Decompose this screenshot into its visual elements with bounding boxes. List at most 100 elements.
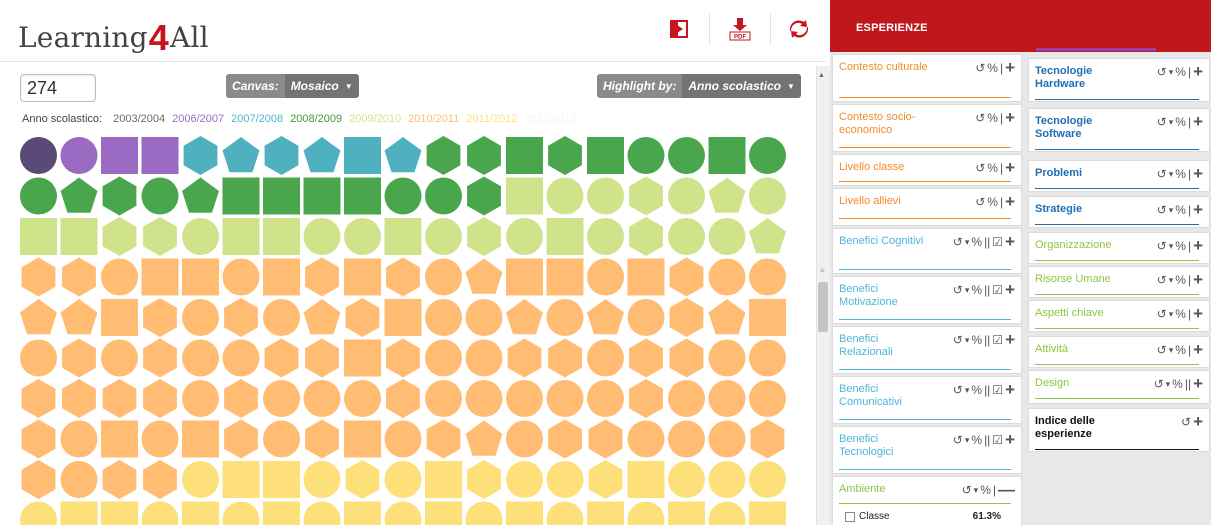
mosaic-tile-circle[interactable] <box>303 218 341 255</box>
reset-icon[interactable]: ↺ <box>1157 65 1167 79</box>
exit-button[interactable] <box>666 16 692 42</box>
mosaic-tile-circle[interactable] <box>182 218 219 255</box>
filter-card-benefici-tecnologici[interactable]: Benefici Tecnologici ↺ ▾% || ☑ + <box>832 426 1022 474</box>
bar-chart-icon[interactable]: || <box>984 235 990 249</box>
mosaic-tile-circle[interactable] <box>141 420 179 458</box>
filter-card-livello-classe[interactable]: Livello classe ↺% | + <box>832 154 1022 186</box>
canvas-select[interactable]: Canvas: Mosaico ▼ <box>226 74 359 98</box>
percent-toggle-icon[interactable]: % <box>1175 239 1186 253</box>
filter-card-contesto-culturale[interactable]: Contesto culturale ↺% | + <box>832 54 1022 102</box>
bar-chart-icon[interactable]: || <box>1185 377 1191 391</box>
mosaic-tile-circle[interactable] <box>506 380 543 417</box>
mosaic-tile-square[interactable] <box>546 218 584 255</box>
mosaic-tile-circle[interactable] <box>627 299 665 336</box>
mosaic-tile-square[interactable] <box>506 258 543 296</box>
percent-toggle-icon[interactable]: % <box>987 161 998 175</box>
reset-icon[interactable]: ↺ <box>953 383 963 397</box>
mosaic-tile-circle[interactable] <box>546 501 584 525</box>
mosaic-tile-circle[interactable] <box>749 339 786 377</box>
expand-icon[interactable]: + <box>1193 375 1203 392</box>
mosaic-tile-hexagon[interactable] <box>143 460 177 499</box>
mosaic-tile-pentagon[interactable] <box>182 177 219 213</box>
filter-card-organizzazione[interactable]: Organizzazione ↺ ▾% | + <box>1028 232 1210 264</box>
checkbox-toggle-icon[interactable]: ☑ <box>992 283 1003 297</box>
mosaic-tile-circle[interactable] <box>749 380 786 417</box>
mosaic-tile-circle[interactable] <box>384 501 422 525</box>
mosaic-tile-hexagon[interactable] <box>345 298 380 337</box>
mosaic-tile-circle[interactable] <box>384 420 422 458</box>
mosaic-tile-circle[interactable] <box>20 501 57 525</box>
reset-icon[interactable]: ↺ <box>953 283 963 297</box>
expand-icon[interactable]: + <box>1005 59 1015 76</box>
mosaic-tile-circle[interactable] <box>506 420 543 458</box>
highlight-select[interactable]: Highlight by: Anno scolastico ▼ <box>597 74 801 98</box>
reset-icon[interactable]: ↺ <box>975 61 985 75</box>
mosaic-tile-square[interactable] <box>101 299 138 336</box>
mosaic-tile-hexagon[interactable] <box>21 460 56 499</box>
checkbox-toggle-icon[interactable]: ☑ <box>992 333 1003 347</box>
bar-chart-icon[interactable]: || <box>984 383 990 397</box>
mosaic-tile-circle[interactable] <box>708 339 746 377</box>
reset-icon[interactable]: ↺ <box>1157 115 1167 129</box>
mosaic-tile-circle[interactable] <box>465 299 503 336</box>
mosaic-tile-circle[interactable] <box>263 299 300 336</box>
mosaic-tile-hexagon[interactable] <box>62 338 96 378</box>
expand-icon[interactable]: + <box>1005 193 1015 210</box>
mosaic-tile-square[interactable] <box>708 137 746 174</box>
dropdown-caret-icon[interactable]: ▾ <box>965 333 970 347</box>
mosaic-tile-hexagon[interactable] <box>62 257 96 297</box>
expand-icon[interactable]: + <box>1193 413 1203 430</box>
mosaic-tile-circle[interactable] <box>587 177 624 215</box>
percent-toggle-icon[interactable]: % <box>1175 65 1186 79</box>
mosaic-tile-circle[interactable] <box>344 380 381 417</box>
mosaic-tile-circle[interactable] <box>425 218 462 255</box>
reset-icon[interactable]: ↺ <box>953 433 963 447</box>
mosaic-tile-square[interactable] <box>263 258 300 296</box>
percent-toggle-icon[interactable]: % <box>1175 307 1186 321</box>
resize-grip-icon[interactable]: ≡ <box>820 266 825 275</box>
expand-icon[interactable]: + <box>1005 281 1015 298</box>
reset-icon[interactable]: ↺ <box>953 333 963 347</box>
highlight-select-value[interactable]: Anno scolastico ▼ <box>682 74 801 98</box>
bar-chart-icon[interactable]: | <box>1188 239 1191 253</box>
reset-icon[interactable]: ↺ <box>1157 239 1167 253</box>
checkbox-toggle-icon[interactable]: ☑ <box>992 235 1003 249</box>
mosaic-tile-square[interactable] <box>668 501 705 525</box>
mosaic-tile-circle[interactable] <box>182 299 219 336</box>
dropdown-caret-icon[interactable]: ▾ <box>1169 343 1174 357</box>
mosaic-tile-hexagon[interactable] <box>305 338 339 378</box>
percent-toggle-icon[interactable]: % <box>1175 167 1186 181</box>
mosaic-tile-circle[interactable] <box>465 339 503 377</box>
mosaic-tile-hexagon[interactable] <box>548 419 582 459</box>
mosaic-tile-circle[interactable] <box>425 380 462 417</box>
mosaic-tile-hexagon[interactable] <box>588 460 623 499</box>
mosaic-tile-circle[interactable] <box>384 177 422 215</box>
dropdown-caret-icon[interactable]: ▾ <box>965 283 970 297</box>
scroll-up-arrow-icon[interactable]: ▲ <box>818 72 825 79</box>
mosaic-tile-hexagon[interactable] <box>386 338 420 378</box>
mosaic-tile-circle[interactable] <box>627 501 665 525</box>
bar-chart-icon[interactable]: | <box>993 483 996 497</box>
mosaic-tile-pentagon[interactable] <box>222 137 260 173</box>
mosaic-tile-circle[interactable] <box>465 501 503 525</box>
mosaic-tile-hexagon[interactable] <box>386 379 420 418</box>
expand-icon[interactable]: + <box>1005 381 1015 398</box>
filter-card-livello-allievi[interactable]: Livello allievi ↺% | + <box>832 188 1022 226</box>
mosaic-tile-circle[interactable] <box>20 137 57 174</box>
legend-year-2[interactable]: 2007/2008 <box>231 113 283 125</box>
mosaic-tile-hexagon[interactable] <box>21 257 56 297</box>
dropdown-caret-icon[interactable]: ▾ <box>1169 307 1174 321</box>
filter-card-attivit-[interactable]: Attività ↺ ▾% | + <box>1028 336 1210 368</box>
mosaic-tile-circle[interactable] <box>182 339 219 377</box>
mosaic-tile-circle[interactable] <box>222 258 260 296</box>
mosaic-tile-circle[interactable] <box>303 461 341 498</box>
mosaic-tile-hexagon[interactable] <box>629 217 663 256</box>
mosaic-tile-circle[interactable] <box>465 380 503 417</box>
reset-icon[interactable]: ↺ <box>1157 343 1167 357</box>
mosaic-tile-hexagon[interactable] <box>345 460 380 499</box>
mosaic-tile-square[interactable] <box>263 218 300 255</box>
mosaic-tile-circle[interactable] <box>708 420 746 458</box>
mosaic-tile-circle[interactable] <box>182 380 219 417</box>
canvas-select-value[interactable]: Mosaico ▼ <box>284 74 359 98</box>
mosaic-tile-square[interactable] <box>263 461 300 498</box>
